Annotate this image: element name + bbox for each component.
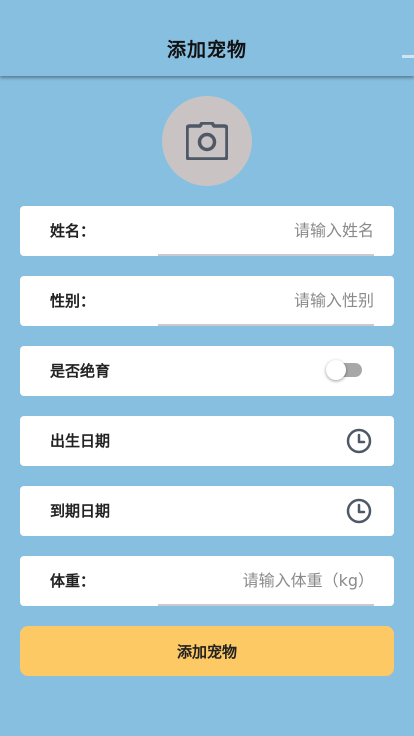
neutered-toggle[interactable] — [326, 360, 362, 380]
gender-label: 性别： — [50, 292, 96, 310]
clock-icon[interactable] — [346, 428, 372, 454]
weight-row: 体重： — [20, 556, 394, 606]
toggle-knob — [326, 360, 346, 380]
neutered-label: 是否绝育 — [50, 362, 111, 380]
camera-icon — [186, 122, 228, 160]
name-input[interactable] — [174, 214, 374, 248]
expire-date-label: 到期日期 — [50, 502, 111, 520]
page-title: 添加宠物 — [166, 38, 247, 61]
neutered-row: 是否绝育 — [20, 346, 394, 396]
add-pet-button[interactable]: 添加宠物 — [20, 626, 394, 676]
header-edge-mark — [402, 55, 414, 58]
weight-underline — [158, 604, 374, 606]
name-underline — [158, 254, 374, 256]
name-row: 姓名： — [20, 206, 394, 256]
birth-date-row[interactable]: 出生日期 — [20, 416, 394, 466]
weight-label: 体重： — [50, 572, 96, 590]
gender-row: 性别： — [20, 276, 394, 326]
weight-input[interactable] — [174, 564, 374, 598]
birth-date-label: 出生日期 — [50, 432, 111, 450]
gender-input[interactable] — [174, 284, 374, 318]
pet-photo-upload[interactable] — [162, 96, 252, 186]
name-label: 姓名： — [50, 222, 96, 240]
gender-underline — [158, 324, 374, 326]
clock-icon[interactable] — [346, 498, 372, 524]
expire-date-row[interactable]: 到期日期 — [20, 486, 394, 536]
app-header: 添加宠物 — [0, 0, 414, 76]
